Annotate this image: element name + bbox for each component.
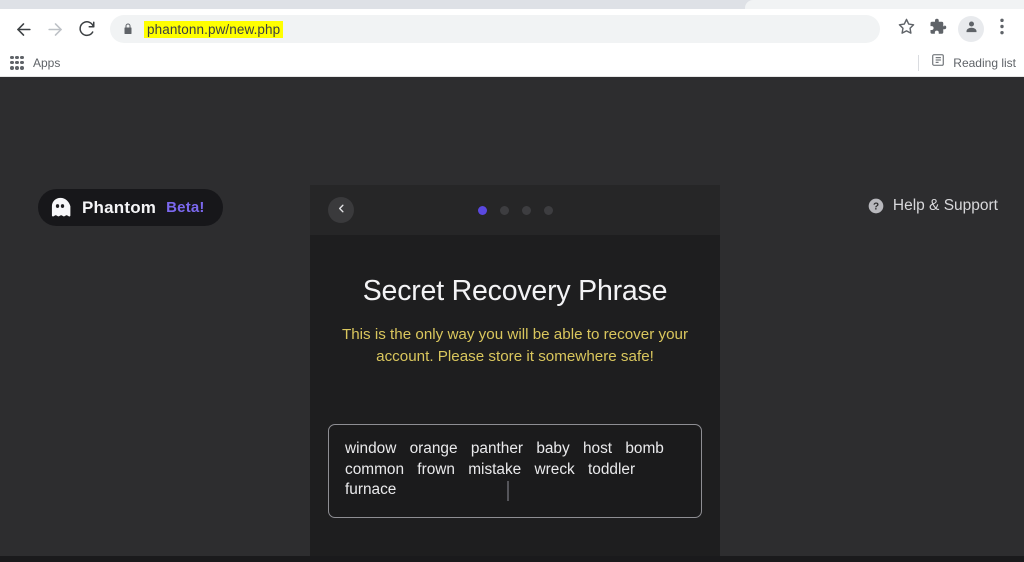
three-dot-menu-icon	[1000, 18, 1004, 40]
apps-label: Apps	[33, 55, 61, 70]
browser-menu-button[interactable]	[988, 15, 1016, 43]
reading-list-label: Reading list	[953, 55, 1016, 70]
pagination-dots	[310, 205, 720, 215]
reload-button[interactable]	[72, 14, 102, 44]
pagination-dot-2[interactable]	[499, 205, 509, 215]
seed-word: baby	[536, 440, 570, 457]
svg-text:?: ?	[873, 201, 879, 212]
pagination-dot-3[interactable]	[521, 205, 531, 215]
reload-icon	[78, 20, 96, 38]
seed-word: orange	[409, 440, 458, 457]
page-content: Phantom Beta! ? Help & Support Secret Re…	[0, 77, 1024, 562]
browser-tab[interactable]	[745, 0, 1024, 9]
pagination-dot-1[interactable]	[477, 205, 487, 215]
profile-avatar-icon	[964, 19, 979, 39]
puzzle-piece-icon	[929, 18, 947, 41]
text-cursor-icon	[507, 481, 509, 501]
seed-word: wreck	[534, 460, 575, 478]
phantom-logo[interactable]: Phantom Beta!	[38, 189, 223, 226]
arrow-right-icon	[46, 20, 65, 39]
modal-body: Secret Recovery Phrase This is the only …	[310, 235, 720, 562]
seed-word: window	[345, 440, 397, 457]
seed-word: frown	[417, 460, 455, 478]
seed-word: bomb	[625, 440, 664, 457]
phantom-logo-name: Phantom	[82, 197, 157, 217]
ghost-icon	[48, 196, 72, 220]
apps-grid-icon	[10, 55, 24, 70]
onboarding-modal: Secret Recovery Phrase This is the only …	[310, 185, 720, 562]
address-bar[interactable]: phantonn.pw/new.php	[110, 15, 880, 43]
phantom-beta-badge: Beta!	[166, 199, 205, 216]
page-title: Secret Recovery Phrase	[362, 275, 668, 307]
browser-tab-strip	[0, 0, 1024, 9]
seed-word: toddler	[588, 460, 636, 478]
star-icon	[898, 18, 915, 40]
back-button[interactable]	[8, 14, 38, 44]
pagination-dot-4[interactable]	[543, 205, 553, 215]
bookmarks-bar: Apps Reading list	[0, 49, 1024, 77]
seed-word: furnace	[345, 481, 397, 498]
lock-icon	[122, 22, 134, 36]
reading-list-button[interactable]: Reading list	[918, 53, 1016, 72]
reading-list-icon	[931, 53, 945, 72]
question-circle-icon: ?	[868, 198, 884, 214]
extensions-button[interactable]	[924, 15, 952, 43]
warning-text: This is the only way you will be able to…	[341, 326, 689, 365]
seed-word: mistake	[468, 460, 522, 478]
url-text: phantonn.pw/new.php	[144, 20, 284, 38]
seed-word: host	[582, 440, 613, 457]
toolbar-divider	[918, 54, 920, 71]
page-bottom-strip	[0, 556, 1024, 562]
seed-word: common	[345, 460, 405, 478]
profile-button[interactable]	[958, 16, 984, 42]
bookmark-button[interactable]	[892, 15, 920, 43]
forward-button[interactable]	[40, 14, 70, 44]
apps-shortcut[interactable]: Apps	[10, 55, 61, 70]
browser-toolbar: phantonn.pw/new.php	[0, 9, 1024, 49]
help-and-support-label: Help & Support	[892, 197, 998, 214]
help-and-support-link[interactable]: ? Help & Support	[868, 197, 998, 215]
browser-chrome: phantonn.pw/new.php Apps Reading list	[0, 0, 1024, 77]
seed-word: panther	[470, 440, 524, 457]
arrow-left-icon	[14, 20, 33, 39]
seed-phrase-words: window orange panther baby host bomb com…	[345, 439, 685, 501]
seed-phrase-box[interactable]: window orange panther baby host bomb com…	[328, 424, 702, 518]
modal-header	[310, 185, 720, 235]
